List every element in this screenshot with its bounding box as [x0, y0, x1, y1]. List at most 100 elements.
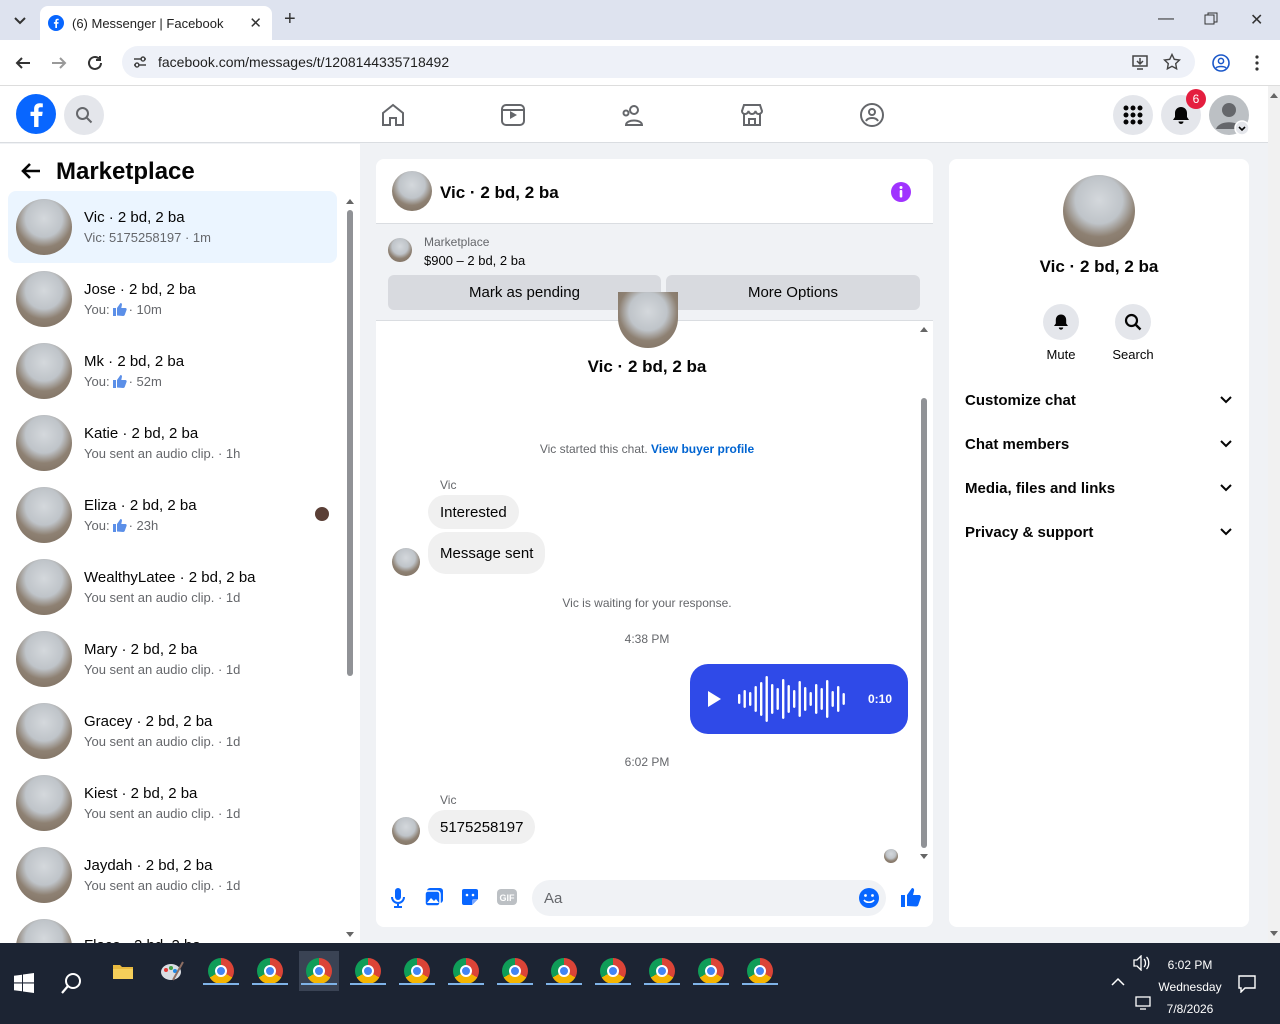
sender-avatar[interactable] — [392, 817, 420, 845]
conversation-item[interactable]: Gracey · 2 bd, 2 ba You sent an audio cli… — [8, 695, 337, 767]
message-bubble[interactable]: 5175258197 — [428, 810, 536, 844]
info-section-row[interactable]: Privacy & support — [965, 517, 1233, 547]
chrome-icon — [257, 958, 283, 984]
taskbar-search-button[interactable] — [60, 971, 84, 995]
conversation-item[interactable]: Vic · 2 bd, 2 ba Vic: 5175258197 · 1m — [8, 191, 337, 263]
info-button[interactable] — [890, 181, 912, 203]
tab-title: (6) Messenger | Facebook — [72, 15, 224, 31]
conversation-item[interactable]: Eliza · 2 bd, 2 ba You: · 23h — [8, 479, 337, 551]
chrome-app[interactable] — [397, 951, 437, 991]
info-section-row[interactable]: Media, files and links — [965, 473, 1233, 503]
profile-name: Vic · 2 bd, 2 ba — [587, 357, 707, 376]
profile-button[interactable] — [1212, 54, 1230, 72]
site-info-icon[interactable] — [132, 54, 148, 70]
chat-header-avatar[interactable] — [392, 171, 432, 211]
nav-friends[interactable] — [620, 102, 646, 128]
bookmark-star-icon[interactable] — [1163, 53, 1181, 71]
file-explorer-app[interactable] — [103, 951, 143, 991]
view-buyer-profile-link[interactable]: View buyer profile — [651, 442, 754, 456]
chrome-app[interactable] — [348, 951, 388, 991]
conversation-item[interactable]: Mk · 2 bd, 2 ba You: · 52m — [8, 335, 337, 407]
info-section-row[interactable]: Chat members — [965, 429, 1233, 459]
network-icon[interactable] — [1135, 996, 1151, 1010]
chrome-app[interactable] — [544, 951, 584, 991]
new-tab-button[interactable]: + — [284, 8, 296, 31]
chrome-app[interactable] — [642, 951, 682, 991]
minimize-button[interactable]: — — [1158, 10, 1174, 28]
search-button[interactable] — [64, 95, 104, 135]
more-options-button[interactable]: More Options — [666, 275, 920, 310]
nav-video[interactable] — [500, 102, 526, 128]
tab-search-button[interactable] — [10, 10, 30, 30]
browser-menu-button[interactable] — [1254, 53, 1260, 73]
install-app-icon[interactable] — [1131, 53, 1149, 71]
paint-icon — [161, 961, 184, 981]
restore-button[interactable] — [1204, 12, 1218, 26]
listing-thumbnail[interactable] — [388, 238, 412, 262]
chrome-app[interactable] — [691, 951, 731, 991]
chrome-icon — [747, 958, 773, 984]
facebook-logo[interactable] — [16, 94, 56, 134]
conversation-item[interactable]: Mary · 2 bd, 2 ba You sent an audio clip.… — [8, 623, 337, 695]
chrome-app[interactable] — [593, 951, 633, 991]
microphone-icon[interactable] — [390, 887, 406, 909]
show-hidden-icons[interactable] — [1111, 977, 1125, 987]
reload-button[interactable] — [86, 54, 104, 72]
chrome-app[interactable] — [250, 951, 290, 991]
message-bubble[interactable]: Message sent — [428, 532, 546, 574]
nav-gaming[interactable] — [859, 102, 885, 128]
conversation-item[interactable]: Jaydah · 2 bd, 2 ba You sent an audio cli… — [8, 839, 337, 911]
conversation-item[interactable]: Katie · 2 bd, 2 ba You sent an audio clip… — [8, 407, 337, 479]
message-bubble[interactable]: Interested — [428, 495, 519, 529]
start-button[interactable] — [14, 973, 34, 993]
sidebar-scrollbar[interactable] — [344, 196, 356, 940]
chrome-app[interactable] — [495, 951, 535, 991]
sender-avatar[interactable] — [392, 548, 420, 576]
scroll-up-icon — [1270, 93, 1278, 98]
back-button[interactable] — [20, 160, 42, 182]
url-bar[interactable]: facebook.com/messages/t/1208144335718492 — [122, 46, 1195, 78]
sidebar-title: Marketplace — [56, 158, 195, 185]
chrome-app[interactable] — [446, 951, 486, 991]
close-tab-icon[interactable]: ✕ — [249, 14, 262, 32]
conversation-item[interactable]: Jose · 2 bd, 2 ba You: · 10m — [8, 263, 337, 335]
chrome-icon — [453, 958, 479, 984]
audio-message[interactable]: 0:10 — [690, 664, 908, 734]
search-in-chat-button[interactable]: Search — [1105, 304, 1161, 362]
paint-app[interactable] — [152, 951, 192, 991]
contact-avatar[interactable] — [1063, 175, 1135, 247]
chat-header-name[interactable]: Vic · 2 bd, 2 ba — [440, 183, 559, 203]
conversation-name: Mary · 2 bd, 2 ba — [84, 641, 198, 658]
info-section-row[interactable]: Customize chat — [965, 385, 1233, 415]
chrome-app[interactable] — [201, 951, 241, 991]
chrome-app[interactable] — [299, 951, 339, 991]
notification-center-button[interactable] — [1238, 975, 1256, 993]
conversation-item[interactable]: WealthyLatee · 2 bd, 2 ba You sent an aud… — [8, 551, 337, 623]
photo-icon[interactable] — [424, 887, 444, 907]
conversation-avatar — [16, 271, 72, 327]
message-input[interactable]: Aa — [532, 880, 886, 916]
conversation-item[interactable]: Kiest · 2 bd, 2 ba You sent an audio clip… — [8, 767, 337, 839]
play-icon[interactable] — [706, 690, 722, 708]
clock[interactable]: 6:02 PM Wednesday 7/8/2026 — [1150, 954, 1230, 1020]
account-avatar-button[interactable] — [1209, 95, 1249, 135]
browser-tab[interactable]: (6) Messenger | Facebook ✕ — [40, 6, 272, 40]
nav-marketplace[interactable] — [739, 102, 765, 128]
back-button[interactable] — [14, 54, 32, 72]
chevron-down-icon — [14, 17, 26, 25]
close-window-button[interactable]: ✕ — [1250, 10, 1263, 30]
chat-scrollbar[interactable] — [918, 322, 930, 862]
gif-icon[interactable]: GIF — [496, 887, 518, 907]
conversation-preview: You sent an audio clip. · 1h — [84, 446, 240, 461]
sticker-icon[interactable] — [460, 887, 480, 907]
mute-button[interactable]: Mute — [1033, 304, 1089, 362]
thumbs-up-icon[interactable] — [900, 886, 922, 908]
menu-button[interactable] — [1113, 95, 1153, 135]
emoji-icon[interactable] — [858, 887, 880, 909]
page-scrollbar[interactable] — [1268, 86, 1280, 943]
volume-button[interactable] — [1133, 955, 1151, 971]
chrome-app[interactable] — [740, 951, 780, 991]
listing-title[interactable]: $900 – 2 bd, 2 ba — [424, 253, 525, 268]
forward-button[interactable] — [50, 54, 68, 72]
nav-home[interactable] — [380, 102, 406, 128]
